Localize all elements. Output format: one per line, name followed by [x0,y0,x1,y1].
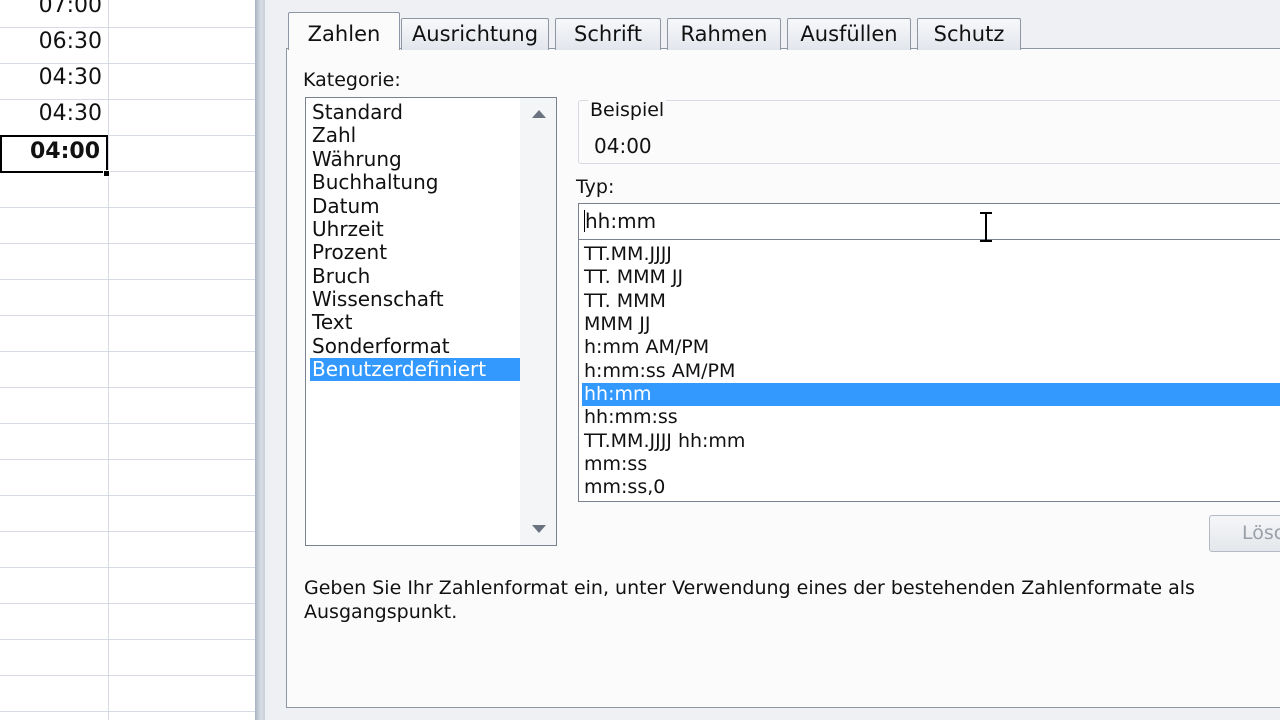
list-item[interactable]: Währung [310,148,520,171]
list-item-selected[interactable]: Benutzerdefiniert [310,358,520,381]
fill-handle[interactable] [103,170,110,177]
list-item[interactable]: mm:ss,0 [582,476,1280,499]
tab-ausrichtung[interactable]: Ausrichtung [401,18,549,50]
list-item[interactable]: TT.MM.JJJJ hh:mm [582,430,1280,453]
list-item[interactable]: MMM JJ [582,313,1280,336]
list-item[interactable]: Bruch [310,265,520,288]
list-item[interactable]: Sonderformat [310,335,520,358]
tab-rahmen[interactable]: Rahmen [667,18,781,50]
time-cell[interactable]: 04:30 [0,64,108,100]
table-row [0,208,255,244]
sample-value: 04:00 [594,134,652,158]
category-label: Kategorie: [303,69,401,91]
table-row: 06:30 [0,28,255,64]
tab-schutz[interactable]: Schutz [917,18,1021,50]
table-row [0,172,255,208]
table-row: 07:00 [0,0,255,28]
table-row [0,604,255,640]
category-scrollbar[interactable] [520,98,556,545]
scroll-down-icon[interactable] [532,525,546,533]
table-row [0,280,255,316]
list-item[interactable]: h:mm:ss AM/PM [582,360,1280,383]
category-list[interactable]: Standard Zahl Währung Buchhaltung Datum … [305,97,557,546]
list-item[interactable]: Buchhaltung [310,171,520,194]
table-row [0,676,255,712]
time-cell[interactable]: 04:30 [0,100,108,136]
table-row: 04:00 [0,135,255,173]
format-list[interactable]: TT.MM.JJJJ TT. MMM JJ TT. MMM MMM JJ h:m… [578,240,1280,502]
list-item[interactable]: Zahl [310,124,520,147]
table-row [0,352,255,388]
time-cell[interactable]: 06:30 [0,28,108,64]
list-item[interactable]: Wissenschaft [310,288,520,311]
table-row [0,460,255,496]
format-description: Geben Sie Ihr Zahlenformat ein, unter Ve… [304,577,1195,623]
list-item[interactable]: Standard [310,101,520,124]
list-item[interactable]: Uhrzeit [310,218,520,241]
spreadsheet-area[interactable]: 07:00 06:30 04:30 04:30 04:00 [0,0,255,720]
list-item[interactable]: mm:ss [582,453,1280,476]
table-row [0,496,255,532]
active-time-cell[interactable]: 04:00 [0,135,108,173]
table-row [0,316,255,352]
table-row: 04:30 [0,100,255,136]
dialog-border [255,0,265,720]
text-cursor-icon [978,212,994,242]
list-item[interactable]: Datum [310,195,520,218]
table-row [0,532,255,568]
list-item[interactable]: TT. MMM JJ [582,266,1280,289]
table-row [0,568,255,604]
table-row [0,388,255,424]
sample-label: Beispiel [588,99,667,121]
tab-schrift[interactable]: Schrift [555,18,661,50]
table-row [0,640,255,676]
list-item[interactable]: Prozent [310,241,520,264]
table-row: 04:30 [0,64,255,100]
list-item[interactable]: TT. MMM [582,290,1280,313]
list-item[interactable]: TT.MM.JJJJ [582,243,1280,266]
time-cell[interactable]: 07:00 [0,0,108,28]
table-row [0,244,255,280]
list-item[interactable]: h:mm AM/PM [582,336,1280,359]
table-row [0,424,255,460]
list-item[interactable]: hh:mm:ss [582,406,1280,429]
text-caret [584,210,585,232]
type-input[interactable]: hh:mm [578,203,1280,240]
type-label: Typ: [576,176,615,198]
list-item-selected[interactable]: hh:mm [582,383,1280,406]
list-item[interactable]: Text [310,311,520,334]
delete-button[interactable]: Lösc [1209,515,1280,552]
scroll-up-icon[interactable] [532,110,546,118]
tab-zahlen[interactable]: Zahlen [288,12,400,50]
tab-ausfuellen[interactable]: Ausfüllen [787,18,911,50]
sample-group [578,100,1280,164]
